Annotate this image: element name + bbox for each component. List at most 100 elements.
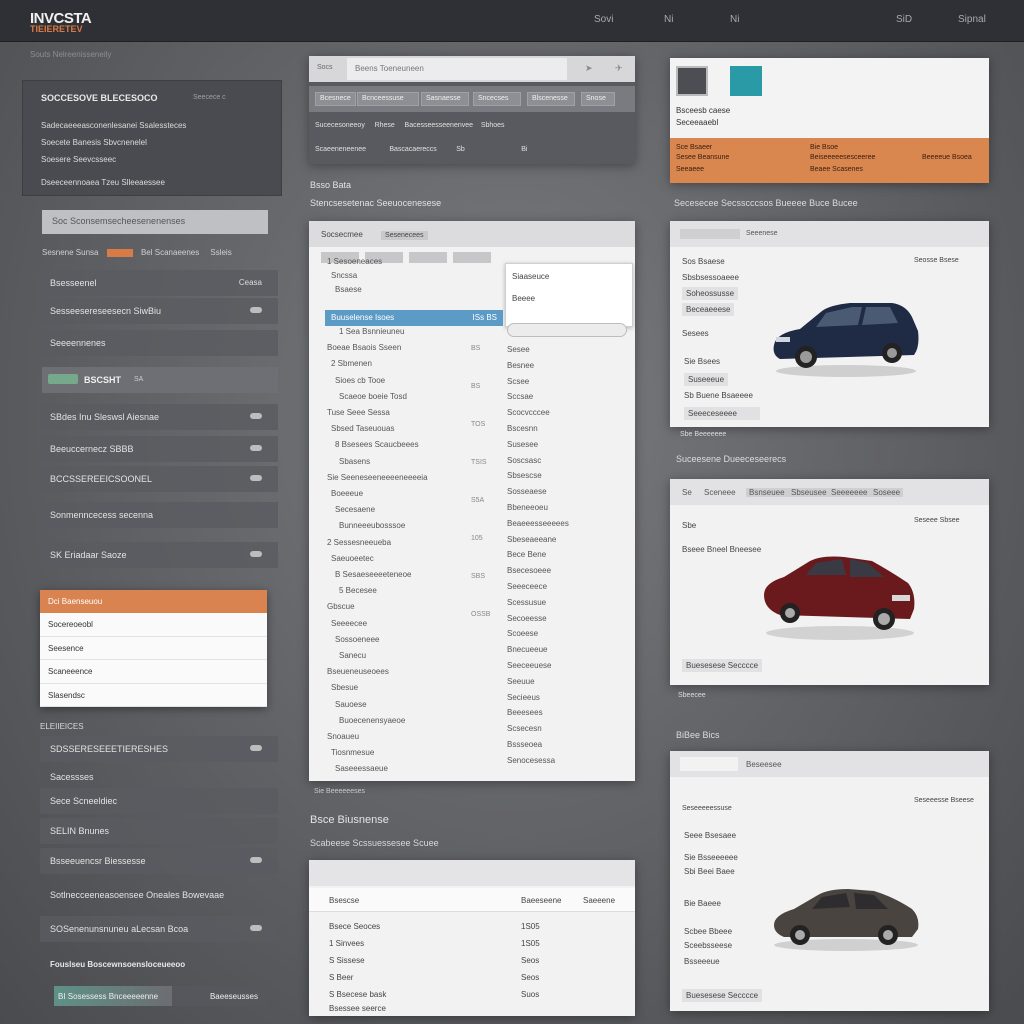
list-item[interactable]: 1 Sinvees — [329, 939, 364, 948]
nav-item-2[interactable]: Ni — [664, 14, 673, 25]
detail-item[interactable]: Seeuue — [507, 677, 535, 686]
search-input[interactable]: Soc Sconsemsecheesenenenses — [42, 210, 268, 234]
toggle-icon[interactable] — [250, 475, 262, 481]
tree-item[interactable]: B Sesaeseeeeteneoe — [335, 570, 412, 579]
breadcrumb[interactable]: Souts Nelreenisseneily — [30, 50, 111, 59]
row-cell[interactable]: Sucecesoneeoy — [315, 122, 365, 129]
card-tab[interactable]: Sceneee — [704, 488, 736, 497]
detail-item[interactable]: Seeceeuese — [507, 661, 551, 670]
filter-active-tag[interactable] — [106, 248, 133, 257]
detail-item[interactable]: Senocesessa — [507, 756, 555, 765]
sidebar-row[interactable]: Sesseesereseesecn SiwBiu — [40, 298, 278, 324]
detail-item[interactable]: Bnecueeue — [507, 645, 547, 654]
dropdown-item[interactable]: Socereoeobl — [40, 613, 267, 637]
tree-item[interactable]: Sioes cb Tooe — [335, 376, 385, 385]
sidebar-item[interactable]: SOSenenunsnuneu aLecsan Bcoa — [40, 916, 278, 942]
detail-item[interactable]: Sccsae — [507, 392, 533, 401]
detail-item[interactable]: Beeesees — [507, 708, 543, 717]
row-cell[interactable]: Bascacaereccs — [389, 146, 436, 153]
sidebar-item[interactable]: Beeuccernecz SBBB — [40, 436, 278, 462]
tab[interactable]: Bcesnece — [315, 92, 356, 106]
filter-left[interactable]: Sesnene Sunsa — [42, 248, 99, 257]
row-cell[interactable]: Bacesseesseenenvee — [405, 122, 474, 129]
detail-item[interactable]: Scessusue — [507, 598, 546, 607]
detail-item[interactable]: Bssseoea — [507, 740, 542, 749]
lock-icon[interactable] — [250, 925, 262, 931]
tree-item[interactable]: Secesaene — [335, 505, 375, 514]
detail-item[interactable]: Scsecesn — [507, 724, 542, 733]
tree-item[interactable]: Scaeoe boeie Tosd — [339, 392, 407, 401]
card-tab[interactable]: Seeeeeee — [828, 488, 871, 497]
sidebar-row[interactable]: Bsesseenel Ceasa — [40, 270, 278, 296]
detail-item[interactable]: Seeeceece — [507, 582, 547, 591]
card-header-field[interactable] — [680, 757, 738, 771]
card-tab[interactable]: Soseee — [870, 488, 904, 497]
detail-item[interactable]: Secieeus — [507, 693, 540, 702]
thumbnail[interactable] — [676, 66, 708, 96]
card-tag[interactable]: Seeeceseeee — [684, 407, 760, 420]
detail-item[interactable]: Soscsasc — [507, 456, 541, 465]
detail-item[interactable]: Secoeesse — [507, 614, 547, 623]
card-button[interactable]: Buesesese Secccce — [682, 659, 763, 672]
vehicle-card[interactable]: Se Sceneee Bsnseuee Sbseusee Seeeeeee So… — [670, 479, 989, 685]
tree-item[interactable]: Sbesue — [331, 683, 358, 692]
sidebar-item[interactable]: SDSSERESEEETIERESHES — [40, 736, 278, 762]
row-cell[interactable]: Sb — [456, 146, 465, 153]
list-item[interactable]: Bsece Seoces — [329, 922, 380, 931]
detail-item[interactable]: Sesee — [507, 345, 530, 354]
tree-tab[interactable] — [409, 252, 447, 263]
sidebar-item[interactable]: SBdes Inu Sleswsl Aiesnae — [40, 404, 278, 430]
sidebar-item[interactable]: Bsseeuencsr Biessesse — [40, 848, 278, 874]
detail-item[interactable]: Bbeneeoeu — [507, 503, 548, 512]
card-tab[interactable]: Se — [682, 488, 692, 497]
send-icon[interactable]: ✈ — [615, 63, 623, 74]
toggle-icon[interactable] — [250, 857, 262, 863]
card-tab[interactable]: Sbseusee — [788, 488, 830, 497]
row-cell[interactable]: Bi — [521, 146, 527, 153]
sidebar-item[interactable]: SELIN Bnunes — [40, 818, 278, 844]
card-button[interactable]: Buesesese Secccce — [682, 989, 763, 1002]
dropdown-menu[interactable]: Dci Baenseuou Socereoeobl Seesence Scane… — [40, 590, 267, 707]
list-item[interactable]: Bsessee seerce — [329, 1004, 386, 1013]
tree-item[interactable]: Buoecenensyaeoe — [339, 716, 405, 725]
row-cell[interactable]: Rhese — [375, 122, 395, 129]
sidebar-item[interactable]: Sece Scneeldiec — [40, 788, 278, 814]
list-item[interactable]: S Bsecese bask — [329, 990, 386, 999]
detail-item[interactable]: Scsee — [507, 377, 529, 386]
tree-item[interactable]: 2 Sessesneeueba — [327, 538, 391, 547]
sidebar-item[interactable]: Sacessses — [40, 764, 278, 790]
vehicle-card[interactable]: Beseesee Seseeeeessuse Seseeesse Bseese … — [670, 751, 989, 1011]
card-tab[interactable]: Bsnseuee — [746, 488, 788, 497]
list-item[interactable]: S Sissese — [329, 956, 365, 965]
tab[interactable]: Blscenesse — [527, 92, 575, 106]
tree-item[interactable]: 2 Sbmenen — [331, 359, 372, 368]
detail-item[interactable]: Sosseaese — [507, 487, 547, 496]
dropdown-item[interactable]: Seesence — [40, 637, 267, 660]
tree-item[interactable]: Tuse Seee Sessa — [327, 408, 390, 417]
tree-item[interactable]: Bseueneuseoees — [327, 667, 389, 676]
detail-item[interactable]: Bsecesoeee — [507, 566, 551, 575]
sidebar-item[interactable]: BCCSSEREEICSOONEL — [40, 466, 278, 492]
sidebar-item[interactable]: SK Eriadaar Saoze — [40, 542, 278, 568]
card-tag[interactable]: Soheossusse — [682, 287, 739, 300]
row-cell[interactable]: Sbhoes — [481, 122, 505, 129]
toggle-switch[interactable] — [48, 374, 78, 384]
tree-item[interactable]: Bunneeeubosssoe — [339, 521, 405, 530]
address-bar[interactable]: Beens Toeneuneen — [347, 58, 567, 80]
tree-item[interactable]: Sbasens — [339, 457, 370, 466]
card-tag[interactable]: Beceaeeese — [682, 303, 735, 316]
card-tag[interactable]: Suseeeue — [684, 373, 729, 386]
tab[interactable]: Sncecses — [473, 92, 521, 106]
detail-item[interactable]: Beaeeesseeeees — [507, 519, 569, 528]
tree-item[interactable]: Snoaueu — [327, 732, 359, 741]
tab[interactable]: Bcnceessuse — [357, 92, 419, 106]
nav-item-3[interactable]: Ni — [730, 14, 739, 25]
context-popup[interactable]: Siaaseuce Beeee — [505, 263, 633, 327]
toggle-icon[interactable] — [250, 445, 262, 451]
detail-item[interactable]: Scoeese — [507, 629, 538, 638]
popup-item[interactable]: Beeee — [512, 294, 535, 303]
detail-item[interactable]: Sbeseaeeane — [507, 535, 556, 544]
tree-item[interactable]: 1 Sesoeneaces — [327, 257, 382, 266]
nav-item-5[interactable]: Sipnal — [958, 14, 986, 25]
tree-item[interactable]: Sanecu — [339, 651, 366, 660]
